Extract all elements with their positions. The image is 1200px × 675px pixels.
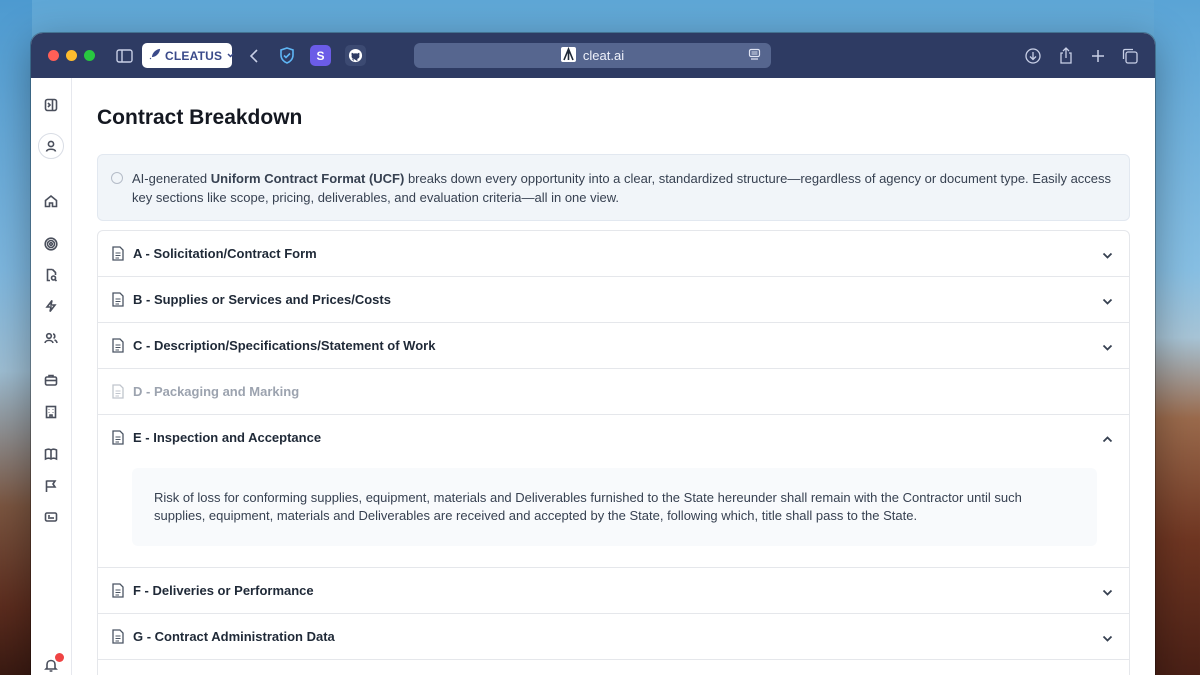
notification-badge xyxy=(55,653,64,662)
chevron-down-icon xyxy=(1102,248,1113,259)
rocket-icon xyxy=(148,48,161,64)
section-g-header[interactable]: G - Contract Administration Data xyxy=(98,614,1129,660)
section-label: G - Contract Administration Data xyxy=(133,629,335,644)
document-icon xyxy=(112,246,124,261)
main-content: Contract Breakdown AI-generated Uniform … xyxy=(72,78,1155,675)
chevron-down-icon xyxy=(1102,294,1113,305)
sidebar-toggle-icon[interactable] xyxy=(114,46,134,66)
section-e-body: Risk of loss for conforming supplies, eq… xyxy=(98,461,1129,568)
section-label: D - Packaging and Marking xyxy=(133,384,300,399)
info-bold: Uniform Contract Format (UCF) xyxy=(210,171,405,186)
info-prefix: AI-generated xyxy=(132,171,211,186)
new-tab-icon[interactable] xyxy=(1088,46,1108,66)
document-icon xyxy=(112,629,124,644)
tab-group-button[interactable]: CLEATUS xyxy=(142,43,235,68)
home-icon[interactable] xyxy=(41,191,61,211)
window-controls xyxy=(48,50,95,61)
tab-overview-icon[interactable] xyxy=(1120,46,1140,66)
close-window-button[interactable] xyxy=(48,50,59,61)
section-label: E - Inspection and Acceptance xyxy=(133,430,322,445)
user-icon[interactable] xyxy=(38,133,64,159)
page-title: Contract Breakdown xyxy=(97,106,303,129)
id-card-icon[interactable] xyxy=(41,507,61,527)
s-extension-icon[interactable]: S xyxy=(310,45,331,66)
back-arrow-icon[interactable] xyxy=(244,46,264,66)
book-icon[interactable] xyxy=(41,444,61,464)
chevron-down-icon xyxy=(1102,340,1113,351)
chevron-up-icon xyxy=(1102,432,1113,443)
github-icon[interactable] xyxy=(345,45,366,66)
reader-mode-icon[interactable] xyxy=(748,48,761,65)
building-icon[interactable] xyxy=(41,402,61,422)
zoom-window-button[interactable] xyxy=(84,50,95,61)
address-bar[interactable]: cleat.ai xyxy=(414,43,771,68)
contract-sections-accordion: A - Solicitation/Contract Form B - Suppl… xyxy=(97,230,1130,675)
info-callout: AI-generated Uniform Contract Format (UC… xyxy=(97,154,1130,221)
download-icon[interactable] xyxy=(1023,46,1043,66)
shield-extension-icon[interactable] xyxy=(276,45,297,66)
browser-window: CLEATUS S cleat.ai Contract Breakdown AI… xyxy=(31,33,1155,675)
briefcase-icon[interactable] xyxy=(41,370,61,390)
minimize-window-button[interactable] xyxy=(66,50,77,61)
document-icon xyxy=(112,338,124,353)
lightning-icon[interactable] xyxy=(41,296,61,316)
section-e-content: Risk of loss for conforming supplies, eq… xyxy=(132,468,1097,546)
users-icon[interactable] xyxy=(41,328,61,348)
document-icon xyxy=(112,384,124,399)
chevron-down-icon xyxy=(226,49,235,63)
section-b-header[interactable]: B - Supplies or Services and Prices/Cost… xyxy=(98,277,1129,323)
document-icon xyxy=(112,292,124,307)
chevron-down-icon xyxy=(1102,585,1113,596)
toggle-sidebar-icon[interactable] xyxy=(41,95,61,115)
section-label: B - Supplies or Services and Prices/Cost… xyxy=(133,292,391,307)
desktop-wallpaper-left xyxy=(0,0,32,675)
site-logo-icon xyxy=(560,46,576,65)
section-d-header: D - Packaging and Marking xyxy=(98,369,1129,415)
chevron-down-icon xyxy=(1102,631,1113,642)
info-icon xyxy=(111,172,123,184)
desktop-wallpaper-right xyxy=(1154,0,1200,675)
document-search-icon[interactable] xyxy=(41,265,61,285)
share-icon[interactable] xyxy=(1056,45,1076,65)
document-icon xyxy=(112,583,124,598)
flag-icon[interactable] xyxy=(41,476,61,496)
section-label: C - Description/Specifications/Statement… xyxy=(133,338,436,353)
section-label: F - Deliveries or Performance xyxy=(133,583,314,598)
section-a-header[interactable]: A - Solicitation/Contract Form xyxy=(98,231,1129,277)
browser-titlebar: CLEATUS S cleat.ai xyxy=(31,33,1155,78)
target-icon[interactable] xyxy=(41,234,61,254)
tab-group-label: CLEATUS xyxy=(165,48,223,63)
app-sidebar xyxy=(31,78,72,675)
document-icon xyxy=(112,430,124,445)
section-label: A - Solicitation/Contract Form xyxy=(133,246,317,261)
section-f-header[interactable]: F - Deliveries or Performance xyxy=(98,568,1129,614)
url-text: cleat.ai xyxy=(582,48,625,63)
section-e-header[interactable]: E - Inspection and Acceptance xyxy=(98,415,1129,461)
section-c-header[interactable]: C - Description/Specifications/Statement… xyxy=(98,323,1129,369)
